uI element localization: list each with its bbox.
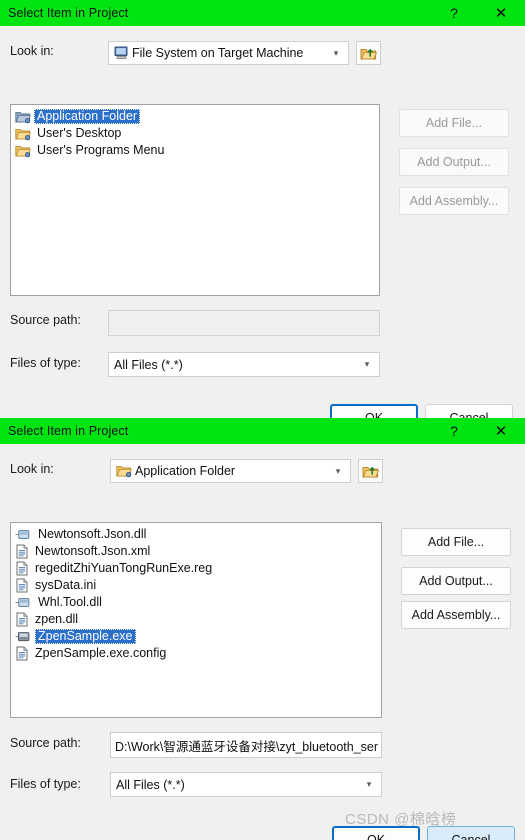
chevron-down-icon: ▾ bbox=[366, 779, 372, 789]
list-item-label: Newtonsoft.Json.dll bbox=[38, 527, 147, 541]
list-item[interactable]: User's Desktop bbox=[11, 125, 379, 142]
list-item[interactable]: ZpenSample.exe.config bbox=[11, 645, 381, 662]
list-item[interactable]: Newtonsoft.Json.dll bbox=[11, 526, 381, 543]
help-button[interactable]: ? bbox=[431, 0, 477, 26]
source-path-label-bottom: Source path: bbox=[10, 736, 81, 750]
document-icon bbox=[15, 578, 29, 593]
list-item[interactable]: Application Folder bbox=[11, 108, 379, 125]
files-of-type-value-bottom: All Files (*.*) bbox=[116, 777, 185, 792]
list-item-label: User's Programs Menu bbox=[37, 143, 165, 157]
source-path-label-top: Source path: bbox=[10, 313, 81, 327]
add-assembly-button[interactable]: Add Assembly... bbox=[401, 601, 511, 629]
look-in-label-top: Look in: bbox=[10, 44, 54, 58]
files-of-type-combo-top[interactable]: All Files (*.*) ▾ bbox=[108, 352, 380, 377]
up-one-level-button-top[interactable] bbox=[356, 41, 381, 65]
csdn-watermark: CSDN @棉晗榜 bbox=[345, 811, 457, 828]
folder-icon bbox=[15, 127, 31, 141]
application-folder-icon bbox=[15, 110, 31, 124]
list-item-label: ZpenSample.exe.config bbox=[35, 646, 167, 660]
look-in-combo-top[interactable]: File System on Target Machine ▾ bbox=[108, 41, 349, 65]
screen: Select Item in Project ? ✕ Look in: File… bbox=[0, 0, 525, 840]
files-of-type-label-top: Files of type: bbox=[10, 356, 81, 370]
source-path-row-top: Source path: bbox=[10, 313, 81, 327]
list-item-label: Application Folder bbox=[34, 109, 141, 124]
source-path-field-bottom[interactable]: D:\Work\智源通蓝牙设备对接\zyt_bluetooth_ser bbox=[110, 732, 382, 758]
look-in-row-top: Look in: bbox=[10, 44, 54, 58]
list-item-label: ZpenSample.exe bbox=[35, 629, 136, 644]
files-of-type-label-bottom: Files of type: bbox=[10, 777, 81, 791]
computer-icon bbox=[114, 46, 129, 60]
titlebar-buttons-top: ? ✕ bbox=[431, 0, 525, 26]
document-icon bbox=[15, 612, 29, 627]
folder-icon bbox=[15, 144, 31, 158]
document-icon bbox=[15, 544, 29, 559]
files-of-type-row-bottom: Files of type: bbox=[10, 777, 81, 791]
up-one-level-button-bottom[interactable] bbox=[358, 459, 383, 483]
chevron-down-icon: ▾ bbox=[333, 47, 339, 58]
source-path-field-top[interactable] bbox=[108, 310, 380, 336]
look-in-combo-bottom[interactable]: Application Folder ▾ bbox=[110, 459, 351, 483]
chevron-down-icon: ▾ bbox=[364, 359, 370, 369]
dialog-title-top: Select Item in Project bbox=[8, 6, 129, 20]
list-item-label: zpen.dll bbox=[35, 612, 79, 626]
up-one-level-folder-icon bbox=[362, 466, 379, 477]
files-of-type-combo-bottom[interactable]: All Files (*.*) ▾ bbox=[110, 772, 382, 797]
list-item-label: User's Desktop bbox=[37, 126, 122, 140]
files-of-type-row-top: Files of type: bbox=[10, 356, 81, 370]
source-path-row-bottom: Source path: bbox=[10, 736, 81, 750]
add-output-button[interactable]: Add Output... bbox=[401, 567, 511, 595]
add-file-button[interactable]: Add File... bbox=[399, 109, 509, 137]
look-in-value-bottom: Application Folder bbox=[135, 464, 236, 478]
document-icon bbox=[15, 646, 29, 661]
list-item-label: sysData.ini bbox=[35, 578, 97, 592]
titlebar-top: Select Item in Project ? ✕ bbox=[0, 0, 525, 26]
look-in-value-top: File System on Target Machine bbox=[132, 46, 304, 60]
list-item[interactable]: sysData.ini bbox=[11, 577, 381, 594]
list-item[interactable]: Whl.Tool.dll bbox=[11, 594, 381, 611]
list-item[interactable]: Newtonsoft.Json.xml bbox=[11, 543, 381, 560]
chevron-down-icon: ▾ bbox=[335, 465, 341, 476]
select-item-in-project-dialog-bottom: Select Item in Project ? ✕ Look in: Appl… bbox=[0, 418, 525, 840]
files-of-type-value-top: All Files (*.*) bbox=[114, 357, 183, 372]
close-button[interactable]: ✕ bbox=[477, 0, 525, 26]
list-item[interactable]: regeditZhiYuanTongRunExe.reg bbox=[11, 560, 381, 577]
select-item-in-project-dialog-top: Select Item in Project ? ✕ Look in: File… bbox=[0, 0, 525, 432]
look-in-label-bottom: Look in: bbox=[10, 462, 54, 476]
folder-icon bbox=[116, 464, 132, 478]
add-output-button[interactable]: Add Output... bbox=[399, 148, 509, 176]
add-file-button[interactable]: Add File... bbox=[401, 528, 511, 556]
look-in-row-bottom: Look in: bbox=[10, 462, 54, 476]
list-item-label: Newtonsoft.Json.xml bbox=[35, 544, 151, 558]
list-item-label: regeditZhiYuanTongRunExe.reg bbox=[35, 561, 213, 575]
list-item[interactable]: ZpenSample.exe bbox=[11, 628, 381, 645]
add-assembly-button[interactable]: Add Assembly... bbox=[399, 187, 509, 215]
list-item[interactable]: zpen.dll bbox=[11, 611, 381, 628]
bottom-green-divider bbox=[0, 441, 525, 444]
dll-icon bbox=[15, 596, 32, 609]
exe-icon bbox=[15, 630, 32, 643]
list-item[interactable]: User's Programs Menu bbox=[11, 142, 379, 159]
dll-icon bbox=[15, 528, 32, 541]
dialog-title-bottom: Select Item in Project bbox=[8, 424, 129, 438]
project-items-listbox-top[interactable]: Application Folder User's Desktop User's… bbox=[10, 104, 380, 296]
project-files-listbox-bottom[interactable]: Newtonsoft.Json.dll Newtonsoft.Json.xml bbox=[10, 522, 382, 718]
up-one-level-folder-icon bbox=[360, 48, 377, 59]
document-icon bbox=[15, 561, 29, 576]
list-item-label: Whl.Tool.dll bbox=[38, 595, 102, 609]
